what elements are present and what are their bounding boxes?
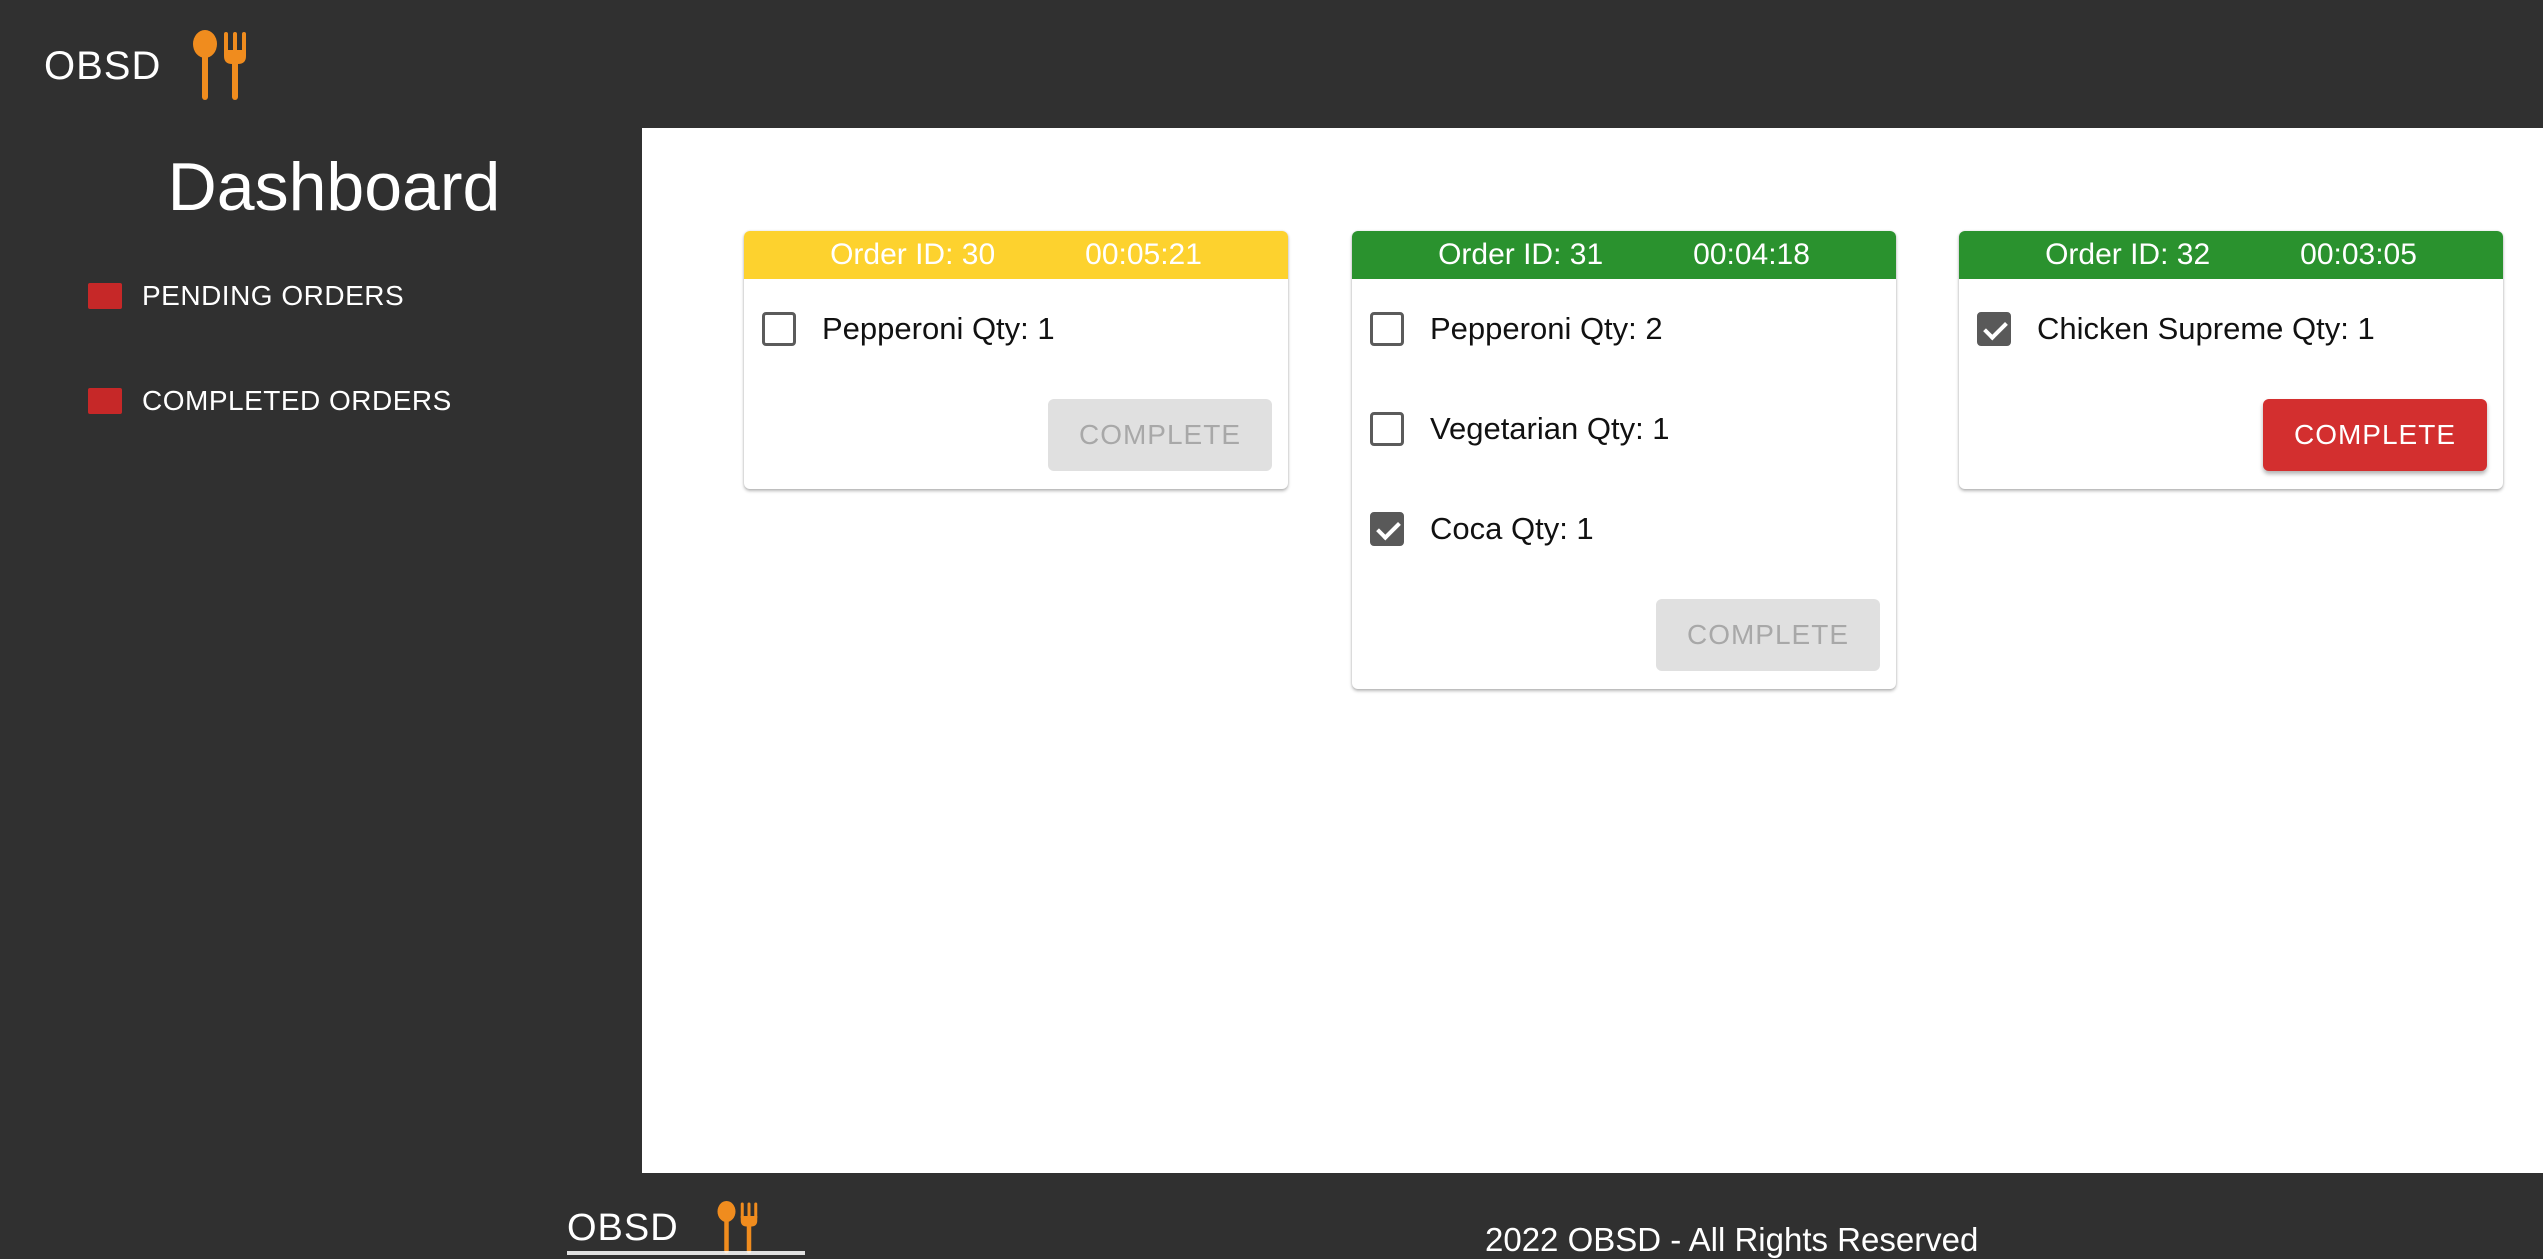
order-timer: 00:04:18 [1693,238,1810,271]
order-id: Order ID: 32 [2045,238,2211,271]
sidebar-item-pending-orders[interactable]: PENDING ORDERS [88,280,404,312]
order-card-header: Order ID: 31 00:04:18 [1352,231,1896,279]
order-id: Order ID: 31 [1438,238,1604,271]
complete-button[interactable]: COMPLETE [2263,399,2487,471]
footer-brand-name: OBSD [567,1206,679,1249]
item-label: Pepperoni Qty: 1 [822,311,1055,346]
order-card-header: Order ID: 32 00:03:05 [1959,231,2503,279]
order-timer: 00:05:21 [1085,238,1202,271]
order-card-32: Order ID: 32 00:03:05 Chicken Supreme Qt… [1959,231,2503,489]
item-label: Chicken Supreme Qty: 1 [2037,311,2375,346]
footer-brand[interactable]: OBSD [567,1201,773,1255]
sidebar-item-label: COMPLETED ORDERS [142,385,452,416]
pending-orders-marker-icon [88,283,122,309]
sidebar-title: Dashboard [167,149,501,225]
order-item: Vegetarian Qty: 1 [1368,379,1880,479]
footer: OBSD 2022 OBSD - All Rights Reserved [0,1173,2543,1258]
order-item: Pepperoni Qty: 2 [1368,299,1880,359]
cutlery-icon [717,1201,757,1254]
order-card-31: Order ID: 31 00:04:18 Pepperoni Qty: 2 V… [1352,231,1896,689]
order-id: Order ID: 30 [830,238,996,271]
sidebar-item-label: PENDING ORDERS [142,280,405,311]
footer-underline [567,1251,805,1255]
item-checkbox[interactable] [1370,512,1404,546]
complete-button[interactable]: COMPLETE [1656,599,1880,671]
item-label: Coca Qty: 1 [1430,511,1594,546]
order-timer: 00:03:05 [2300,238,2417,271]
order-item: Chicken Supreme Qty: 1 [1975,299,2487,359]
cutlery-icon [193,30,247,100]
completed-orders-marker-icon [88,388,122,414]
top-bar: OBSD [0,0,2543,128]
order-item: Coca Qty: 1 [1368,479,1880,579]
sidebar: Dashboard PENDING ORDERS COMPLETED ORDER… [0,128,642,1173]
item-checkbox[interactable] [1977,312,2011,346]
orders-panel: Order ID: 30 00:05:21 Pepperoni Qty: 1 C… [642,128,2543,1173]
sidebar-item-completed-orders[interactable]: COMPLETED ORDERS [88,385,452,417]
item-label: Vegetarian Qty: 1 [1430,411,1670,446]
brand[interactable]: OBSD [44,30,255,102]
order-item: Pepperoni Qty: 1 [760,299,1272,359]
brand-name: OBSD [44,43,162,88]
item-checkbox[interactable] [762,312,796,346]
item-checkbox[interactable] [1370,412,1404,446]
copyright-text: 2022 OBSD - All Rights Reserved [1485,1221,1979,1258]
item-checkbox[interactable] [1370,312,1404,346]
order-card-30: Order ID: 30 00:05:21 Pepperoni Qty: 1 C… [744,231,1288,489]
complete-button[interactable]: COMPLETE [1048,399,1272,471]
order-card-header: Order ID: 30 00:05:21 [744,231,1288,279]
item-label: Pepperoni Qty: 2 [1430,311,1663,346]
